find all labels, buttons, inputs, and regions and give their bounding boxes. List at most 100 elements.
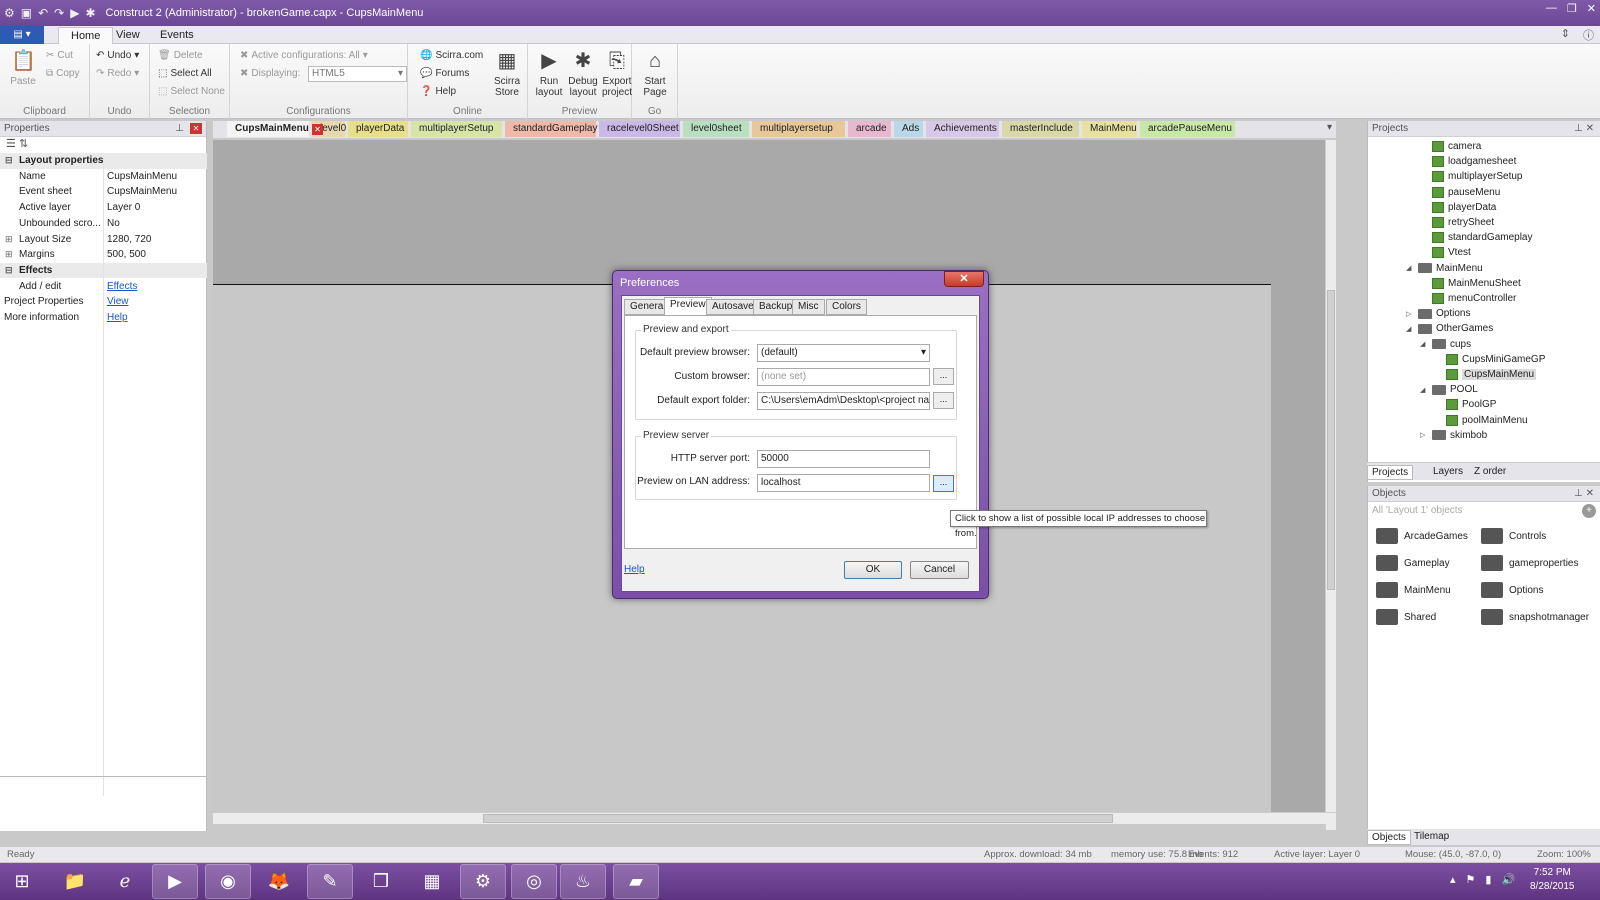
add-object-icon[interactable]: +	[1582, 504, 1596, 518]
tree-item[interactable]: CupsMainMenu	[1434, 369, 1537, 380]
delete-button[interactable]: 🗑 Delete	[158, 50, 203, 61]
copy-button[interactable]: ⧉ Copy	[46, 68, 80, 79]
network-icon[interactable]: ▮	[1485, 873, 1491, 886]
document-tab[interactable]: masterInclude	[1002, 121, 1079, 137]
redo-button[interactable]: ↷ Redo ▾	[96, 68, 139, 79]
vertical-scroll-thumb[interactable]	[1327, 290, 1335, 590]
maximize-icon[interactable]: ❐	[1567, 2, 1577, 15]
tab-autosave[interactable]: Autosave	[706, 299, 760, 315]
scirra-store-button[interactable]: ▦ Scirra Store	[488, 48, 526, 98]
projects-tab[interactable]: Projects	[1367, 465, 1414, 480]
tree-item[interactable]: retrySheet	[1420, 217, 1494, 228]
document-tab[interactable]: Achievements	[926, 121, 999, 137]
document-tab[interactable]: arcadePauseMenu	[1140, 121, 1235, 137]
expand-icon[interactable]: ⊟	[5, 263, 13, 278]
tree-item[interactable]: PoolGP	[1434, 399, 1496, 411]
help-link[interactable]: ❓ Help	[420, 86, 456, 97]
gimp-taskbar-icon[interactable]: ✎	[307, 864, 353, 899]
document-tab[interactable]: racelevel0Sheet	[599, 121, 680, 137]
tree-folder[interactable]: ◢ OtherGames	[1406, 323, 1493, 334]
tree-folder[interactable]: ▷ Options	[1406, 308, 1470, 319]
dialog-help-link[interactable]: Help	[624, 564, 645, 575]
tree-item[interactable]: multiplayerSetup	[1420, 171, 1522, 183]
export-folder-browse-button[interactable]: ...	[933, 392, 954, 409]
tab-close-icon[interactable]: ✕	[312, 124, 323, 135]
tree-item[interactable]: poolMainMenu	[1434, 414, 1528, 426]
pin-icon[interactable]: ⊥ ✕	[1574, 486, 1594, 502]
start-page-button[interactable]: ⌂ Start Page	[638, 48, 672, 98]
document-tab[interactable]: multiplayersetup	[752, 121, 845, 137]
media-taskbar-icon[interactable]: ▶	[152, 864, 198, 899]
tree-folder[interactable]: ◢ cups	[1420, 339, 1471, 350]
http-port-input[interactable]: 50000	[757, 450, 930, 468]
projects-tab[interactable]: Z order	[1470, 465, 1510, 478]
horizontal-scroll-thumb[interactable]	[483, 814, 1113, 823]
sort-icon[interactable]: ⇅	[19, 138, 28, 150]
object-folder[interactable]: MainMenu	[1376, 582, 1451, 598]
chrome-taskbar-icon[interactable]: ◉	[205, 864, 251, 899]
document-tab[interactable]: playerData	[348, 121, 408, 137]
tree-expander-icon[interactable]: ▷	[1420, 431, 1428, 439]
game-taskbar-icon[interactable]: ▰	[613, 864, 659, 899]
steam-taskbar-icon[interactable]: ♨	[560, 864, 606, 899]
objects-tab[interactable]: Objects	[1367, 830, 1411, 845]
panel-close-icon[interactable]: ✕	[190, 123, 202, 134]
categorized-icon[interactable]: ☰	[6, 138, 16, 150]
custom-browser-input[interactable]: (none set)	[757, 368, 930, 386]
paste-button[interactable]: 📋 Paste	[6, 48, 40, 87]
document-tab[interactable]: arcade	[848, 121, 891, 137]
tree-expander-icon[interactable]: ◢	[1406, 264, 1414, 272]
browser-select[interactable]: (default) ▾	[757, 344, 930, 362]
horizontal-scrollbar[interactable]	[213, 812, 1336, 824]
tree-folder[interactable]: ◢ POOL	[1420, 384, 1478, 395]
tree-item[interactable]: standardGameplay	[1420, 232, 1533, 244]
box-taskbar-icon[interactable]: ❒	[358, 864, 404, 899]
tree-item[interactable]: MainMenuSheet	[1420, 277, 1521, 289]
cancel-button[interactable]: Cancel	[910, 561, 969, 579]
tab-misc[interactable]: Misc	[792, 299, 825, 315]
scirra-link[interactable]: 🌐 Scirra.com	[420, 50, 483, 61]
pin-icon[interactable]: ⊥	[175, 121, 184, 137]
tab-view[interactable]: View	[104, 27, 152, 44]
custom-browser-browse-button[interactable]: ...	[933, 368, 954, 385]
tab-colors[interactable]: Colors	[826, 299, 867, 315]
document-tab[interactable]: level0sheet	[683, 121, 749, 137]
app-icon[interactable]: ⚙	[4, 6, 15, 20]
flag-icon[interactable]: ⚑	[1466, 873, 1476, 886]
tree-expander-icon[interactable]: ◢	[1420, 386, 1428, 394]
debug-layout-button[interactable]: ✱ Debug layout	[566, 48, 600, 98]
tree-item[interactable]: camera	[1420, 141, 1481, 152]
vertical-scrollbar[interactable]	[1325, 140, 1336, 830]
run-layout-button[interactable]: ▶ Run layout	[532, 48, 566, 98]
tree-folder[interactable]: ◢ MainMenu	[1406, 263, 1483, 274]
apps-taskbar-icon[interactable]: ▦	[409, 864, 455, 899]
tree-item[interactable]: playerData	[1420, 201, 1496, 213]
lan-address-input[interactable]: localhost	[757, 474, 930, 492]
object-folder[interactable]: Options	[1481, 582, 1543, 598]
select-all-button[interactable]: ⬚ Select All	[158, 68, 212, 79]
tree-item[interactable]: Vtest	[1420, 247, 1471, 259]
document-tab[interactable]: CupsMainMenu	[227, 121, 309, 137]
tab-preview[interactable]: Preview	[664, 297, 712, 316]
firefox-taskbar-icon[interactable]: 🦊	[256, 864, 302, 899]
ok-button[interactable]: OK	[844, 561, 902, 579]
expand-icon[interactable]: ⊞	[5, 232, 13, 247]
object-folder[interactable]: Controls	[1481, 528, 1546, 544]
expand-icon[interactable]: ⊟	[5, 153, 13, 168]
projects-tab[interactable]: Layers	[1429, 465, 1467, 478]
objects-filter[interactable]: All 'Layout 1' objects +	[1368, 502, 1600, 520]
property-value[interactable]: Effects	[107, 279, 137, 294]
tree-item[interactable]: menuController	[1420, 293, 1516, 304]
tree-item[interactable]: pauseMenu	[1420, 186, 1500, 198]
object-folder[interactable]: Shared	[1376, 609, 1436, 625]
tab-events[interactable]: Events	[148, 27, 206, 44]
undo-button[interactable]: ↶ Undo ▾	[96, 50, 139, 61]
select-none-button[interactable]: ⬚ Select None	[158, 86, 225, 97]
object-folder[interactable]: ArcadeGames	[1376, 528, 1468, 544]
export-folder-input[interactable]: C:\Users\emAdm\Desktop\<project name>	[757, 392, 930, 410]
object-folder[interactable]: Gameplay	[1376, 555, 1450, 571]
info-icon[interactable]: ⓘ	[1583, 27, 1594, 43]
displaying-select[interactable]: HTML5 ▾	[308, 66, 407, 82]
dialog-close-button[interactable]: ✕	[944, 271, 984, 287]
app-taskbar-icon[interactable]: ◎	[511, 864, 557, 899]
